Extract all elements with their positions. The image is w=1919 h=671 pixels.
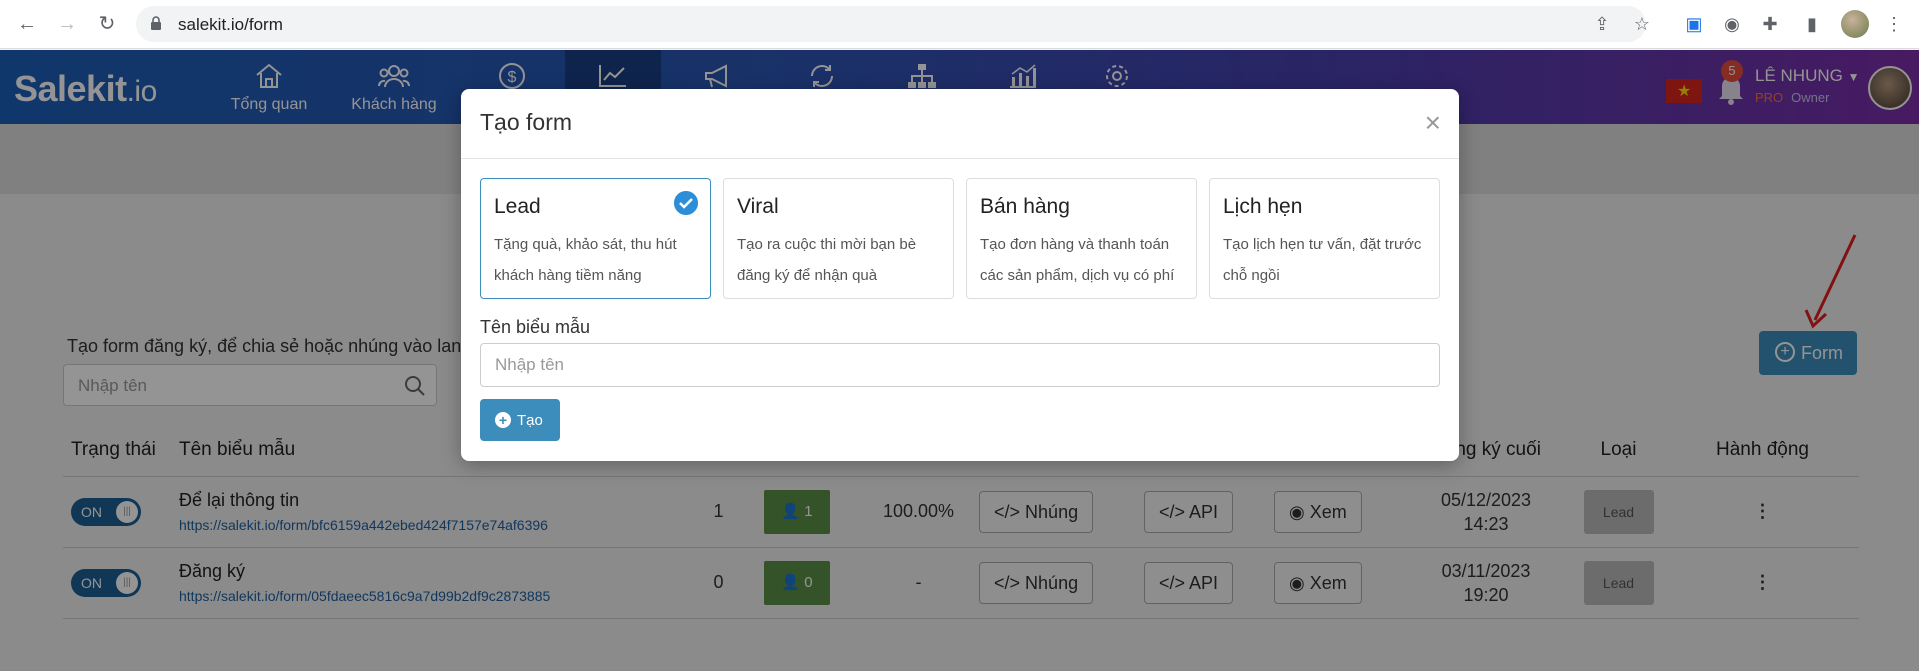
form-type-lead[interactable]: Lead Tặng quà, khảo sát, thu hút khách h… <box>480 178 711 299</box>
url-text: salekit.io/form <box>178 15 283 34</box>
browser-profile-avatar[interactable] <box>1841 10 1869 38</box>
reload-icon[interactable]: ↻ <box>94 11 120 37</box>
create-button[interactable]: + Tạo <box>480 399 560 441</box>
close-icon[interactable]: × <box>1425 109 1441 137</box>
check-circle-icon <box>674 191 698 215</box>
form-name-label: Tên biểu mẫu <box>480 317 591 337</box>
puzzle-icon[interactable]: ✚ <box>1758 12 1782 36</box>
bookmark-star-icon[interactable]: ☆ <box>1630 12 1654 36</box>
extension-translate-icon[interactable]: ▣ <box>1682 12 1706 36</box>
form-type-sales[interactable]: Bán hàng Tạo đơn hàng và thanh toán các … <box>966 178 1197 299</box>
share-icon[interactable]: ⇪ <box>1590 12 1614 36</box>
form-name-input[interactable] <box>480 343 1440 387</box>
plus-circle-icon: + <box>495 412 511 428</box>
side-panel-icon[interactable]: ▮ <box>1800 12 1824 36</box>
lock-icon <box>151 16 161 30</box>
modal-title: Tạo form <box>480 109 573 135</box>
camera-icon[interactable]: ◉ <box>1720 12 1744 36</box>
browser-toolbar: ← → ↻ salekit.io/form ⇪ ☆ ▣ ◉ ✚ ▮ ⋮ <box>0 0 1919 49</box>
modal-divider <box>461 158 1459 159</box>
form-type-appointment[interactable]: Lịch hẹn Tạo lịch hẹn tư vấn, đặt trước … <box>1209 178 1440 299</box>
forward-arrow-icon[interactable]: → <box>54 11 80 37</box>
address-bar[interactable]: salekit.io/form <box>136 6 1646 42</box>
create-form-modal: Tạo form × Lead Tặng quà, khảo sát, thu … <box>461 89 1459 461</box>
form-type-viral[interactable]: Viral Tạo ra cuộc thi mời bạn bè đăng ký… <box>723 178 954 299</box>
back-arrow-icon[interactable]: ← <box>14 11 40 37</box>
kebab-menu-icon[interactable]: ⋮ <box>1882 12 1906 36</box>
